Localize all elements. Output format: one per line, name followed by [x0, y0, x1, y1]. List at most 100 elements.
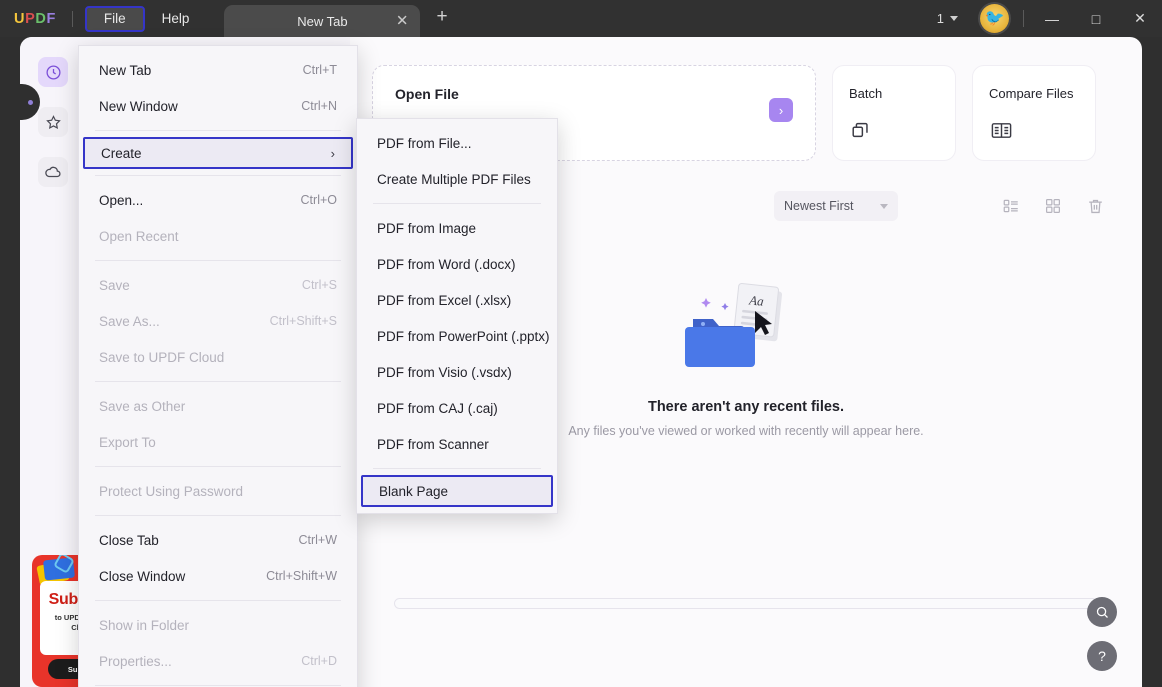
file-menu-item-open-recent: Open Recent — [79, 218, 357, 254]
card-compare-files[interactable]: Compare Files — [972, 65, 1096, 161]
file-menu-item-label: Open... — [99, 192, 144, 208]
tab-new-tab[interactable]: New Tab ✕ — [224, 5, 421, 37]
close-icon[interactable]: ✕ — [396, 14, 409, 29]
file-menu-item-create[interactable]: Create › — [83, 137, 353, 169]
card-batch[interactable]: Batch — [832, 65, 956, 161]
card-title: Batch — [849, 86, 883, 101]
list-view-icon[interactable] — [994, 189, 1028, 223]
caret-down-icon — [880, 203, 888, 209]
logo-letter: P — [25, 10, 36, 27]
scrollbar-track[interactable] — [394, 598, 1098, 609]
file-menu-separator — [95, 515, 341, 516]
create-menu-item-create-multiple-pdf-files[interactable]: Create Multiple PDF Files — [357, 161, 557, 197]
create-menu-item-pdf-from-word-docx[interactable]: PDF from Word (.docx) — [357, 246, 557, 282]
file-menu-separator — [95, 130, 341, 131]
file-menu-item-close-tab[interactable]: Close Tab Ctrl+W — [79, 522, 357, 558]
file-menu-item-save: Save Ctrl+S — [79, 267, 357, 303]
file-menu-separator — [95, 260, 341, 261]
file-menu-item-label: Save to UPDF Cloud — [99, 349, 225, 365]
create-menu-item-label: Create Multiple PDF Files — [377, 171, 531, 187]
file-menu-item-shortcut: Ctrl+Shift+S — [269, 314, 337, 328]
create-menu-item-pdf-from-excel-xlsx[interactable]: PDF from Excel (.xlsx) — [357, 282, 557, 318]
create-menu-item-label: PDF from Visio (.vsdx) — [377, 364, 512, 380]
search-icon[interactable] — [1087, 597, 1117, 627]
file-menu-separator — [95, 175, 341, 176]
trash-icon[interactable] — [1078, 189, 1112, 223]
horizontal-scrollbar[interactable] — [394, 598, 1098, 609]
plus-icon[interactable]: + — [430, 7, 453, 30]
tab-strip: New Tab ✕ + — [224, 0, 453, 37]
sort-dropdown[interactable]: Newest First — [774, 191, 898, 221]
grid-view-icon[interactable] — [1036, 189, 1070, 223]
file-menu-item-shortcut: Ctrl+N — [301, 99, 337, 113]
empty-folder-illustration: Aa — [681, 277, 811, 381]
file-menu-item-label: Close Window — [99, 568, 186, 584]
create-menu-item-pdf-from-visio-vsdx[interactable]: PDF from Visio (.vsdx) — [357, 354, 557, 390]
compare-files-icon — [987, 116, 1015, 144]
sort-value: Newest First — [784, 199, 854, 213]
updf-window: U P D F File Help New Tab ✕ + 1 🐦 — □ ✕ … — [0, 0, 1162, 687]
create-menu-item-pdf-from-powerpoint-pptx[interactable]: PDF from PowerPoint (.pptx) — [357, 318, 557, 354]
file-menu-item-label: Open Recent — [99, 228, 179, 244]
file-menu-item-label: New Window — [99, 98, 178, 114]
create-menu-item-blank-page[interactable]: Blank Page — [361, 475, 553, 507]
logo-letter: U — [14, 10, 26, 27]
chevron-down-icon — [950, 16, 958, 21]
file-menu-item-shortcut: Ctrl+D — [301, 654, 337, 668]
file-menu-item-protect-using-password: Protect Using Password — [79, 473, 357, 509]
titlebar-right: 1 🐦 — □ ✕ — [927, 0, 1162, 37]
titlebar: U P D F File Help New Tab ✕ + 1 🐦 — □ ✕ — [0, 0, 1162, 37]
star-icon — [38, 107, 68, 137]
file-menu-item-show-in-folder: Show in Folder — [79, 607, 357, 643]
create-menu-item-pdf-from-file[interactable]: PDF from File... — [357, 125, 557, 161]
file-menu-item-label: Save as Other — [99, 398, 186, 414]
create-menu-item-pdf-from-image[interactable]: PDF from Image — [357, 210, 557, 246]
create-menu-item-label: PDF from PowerPoint (.pptx) — [377, 328, 550, 344]
create-menu-item-label: PDF from Excel (.xlsx) — [377, 292, 512, 308]
file-menu-item-shortcut: Ctrl+S — [301, 278, 337, 292]
chevron-right-icon[interactable]: › — [769, 98, 793, 122]
create-menu-item-label: PDF from CAJ (.caj) — [377, 400, 498, 416]
svg-text:Aa: Aa — [748, 292, 765, 309]
file-menu-item-close-window[interactable]: Close Window Ctrl+Shift+W — [79, 558, 357, 594]
card-title: Compare Files — [989, 86, 1074, 101]
menu-help[interactable]: Help — [145, 6, 207, 32]
file-menu-item-label: Export To — [99, 434, 156, 450]
file-menu-item-open[interactable]: Open... Ctrl+O — [79, 182, 357, 218]
file-menu-separator — [95, 466, 341, 467]
close-window-button[interactable]: ✕ — [1118, 0, 1162, 37]
file-menu-separator — [95, 600, 341, 601]
page-count-dropdown[interactable]: 1 — [927, 11, 968, 26]
page-count-value: 1 — [936, 11, 944, 26]
batch-icon — [847, 116, 875, 144]
titlebar-divider-2 — [1023, 10, 1024, 27]
help-icon[interactable]: ? — [1087, 641, 1117, 671]
logo-letter: F — [46, 10, 56, 27]
file-menu: New Tab Ctrl+T New Window Ctrl+N Create › Open… — [78, 45, 358, 687]
file-menu-item-shortcut: Ctrl+Shift+W — [266, 569, 337, 583]
file-menu-item-new-window[interactable]: New Window Ctrl+N — [79, 88, 357, 124]
titlebar-divider — [71, 10, 73, 27]
create-menu-item-pdf-from-caj-caj[interactable]: PDF from CAJ (.caj) — [357, 390, 557, 426]
cloud-icon — [38, 157, 68, 187]
clock-icon — [38, 57, 68, 87]
create-menu-item-label: PDF from Word (.docx) — [377, 256, 516, 272]
maximize-button[interactable]: □ — [1074, 0, 1118, 37]
avatar[interactable]: 🐦 — [980, 4, 1009, 33]
create-menu-separator — [373, 468, 541, 469]
card-title: Open File — [395, 86, 459, 102]
puffin-avatar-icon: 🐦 — [984, 10, 1005, 28]
file-menu-item-properties: Properties... Ctrl+D — [79, 643, 357, 679]
menu-file[interactable]: File — [84, 5, 145, 32]
file-menu-item-new-tab[interactable]: New Tab Ctrl+T — [79, 52, 357, 88]
file-menu-separator — [95, 685, 341, 686]
create-menu-item-pdf-from-scanner[interactable]: PDF from Scanner — [357, 426, 557, 462]
file-menu-item-label: Save As... — [99, 313, 160, 329]
create-menu-item-label: Blank Page — [379, 483, 449, 499]
file-menu-item-save-to-updf-cloud: Save to UPDF Cloud — [79, 339, 357, 375]
minimize-button[interactable]: — — [1030, 0, 1074, 37]
create-menu-item-label: PDF from File... — [377, 135, 472, 151]
updf-logo: U P D F — [14, 11, 56, 27]
file-menu-item-shortcut: Ctrl+W — [298, 533, 337, 547]
file-menu-item-label: Close Tab — [99, 532, 159, 548]
